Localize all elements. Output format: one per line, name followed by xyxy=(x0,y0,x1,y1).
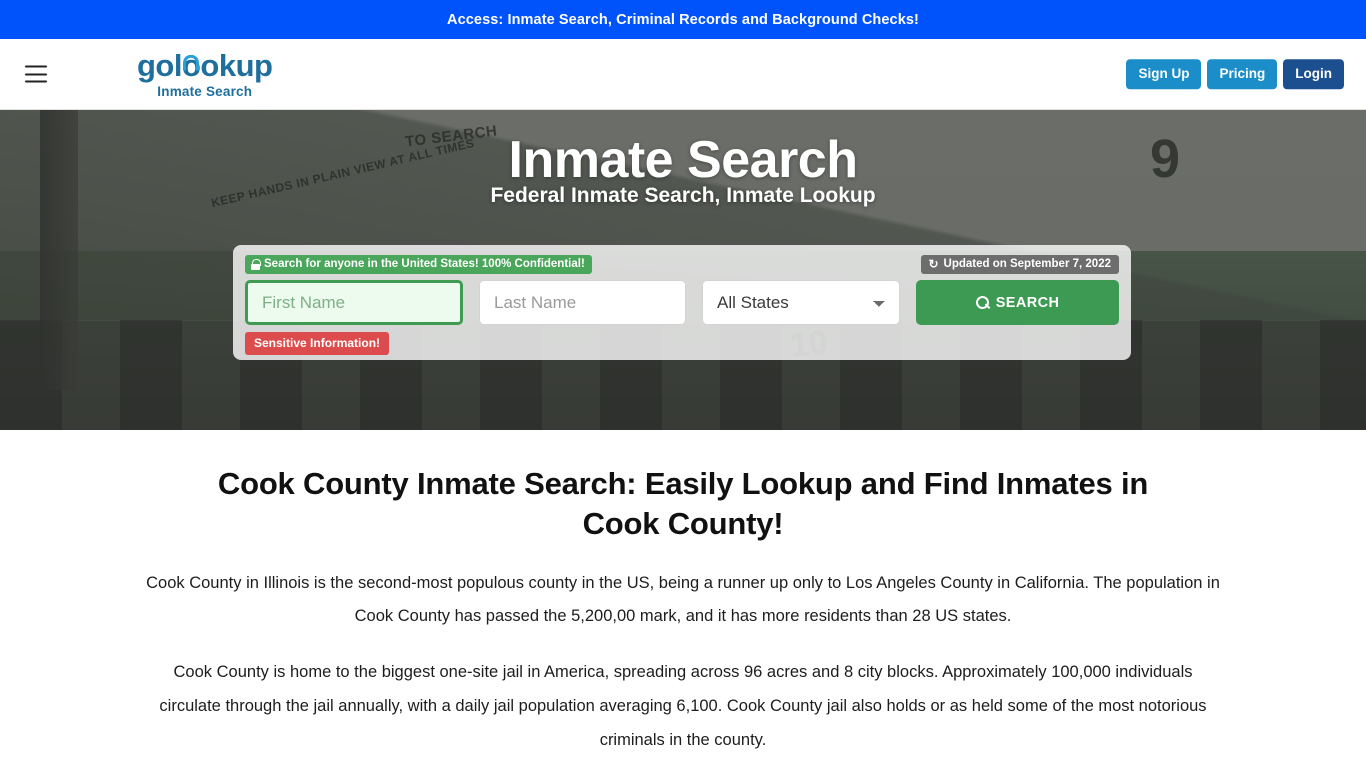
sign-up-button[interactable]: Sign Up xyxy=(1126,59,1202,89)
confidential-badge: Search for anyone in the United States! … xyxy=(245,255,592,274)
refresh-icon: ↻ xyxy=(928,257,939,271)
logo-text-oo: oo xyxy=(182,47,219,83)
updated-badge-text: Updated on September 7, 2022 xyxy=(943,258,1111,270)
updated-badge: ↻ Updated on September 7, 2022 xyxy=(921,255,1119,274)
hamburger-bar-1 xyxy=(25,65,47,68)
search-panel-badges: Search for anyone in the United States! … xyxy=(245,255,1119,274)
state-select[interactable]: All States xyxy=(702,280,901,325)
logo-text-post: kup xyxy=(218,47,273,83)
magnifier-icon xyxy=(975,296,989,309)
page-title: Cook County Inmate Search: Easily Lookup… xyxy=(217,466,1149,542)
site-logo[interactable]: goloo kup Inmate Search xyxy=(137,50,273,99)
logo-wordmark: goloo kup xyxy=(137,50,273,81)
pricing-button[interactable]: Pricing xyxy=(1207,59,1278,89)
article-section: Cook County Inmate Search: Easily Lookup… xyxy=(0,430,1366,768)
search-button-label: SEARCH xyxy=(995,294,1060,311)
logo-text-pre: gol xyxy=(137,47,183,83)
lock-icon xyxy=(251,258,261,270)
hamburger-bar-2 xyxy=(25,73,47,75)
logo-oo-mark: oo xyxy=(182,50,219,81)
article-paragraph-1: Cook County in Illinois is the second-mo… xyxy=(146,573,1220,626)
last-name-input[interactable] xyxy=(479,280,686,325)
hero-title: Inmate Search xyxy=(508,131,859,189)
site-header: goloo kup Inmate Search Sign Up Pricing L… xyxy=(0,39,1366,110)
search-button[interactable]: SEARCH xyxy=(916,280,1119,325)
confidential-badge-text: Search for anyone in the United States! … xyxy=(264,258,585,270)
logo-tagline: Inmate Search xyxy=(157,83,253,99)
announcement-banner-text: Access: Inmate Search, Criminal Records … xyxy=(447,11,919,28)
search-panel: Search for anyone in the United States! … xyxy=(233,245,1131,360)
login-button[interactable]: Login xyxy=(1283,59,1344,89)
announcement-banner: Access: Inmate Search, Criminal Records … xyxy=(0,0,1366,39)
search-form-row: All States SEARCH xyxy=(245,280,1119,325)
header-actions: Sign Up Pricing Login xyxy=(1126,59,1344,89)
hero-section: KEEP HANDS IN PLAIN VIEW AT ALL TIMES TO… xyxy=(0,110,1366,430)
hamburger-icon[interactable] xyxy=(25,65,47,83)
first-name-input[interactable] xyxy=(245,280,463,325)
sensitive-information-badge: Sensitive Information! xyxy=(245,332,390,355)
article-body: Cook County in Illinois is the second-mo… xyxy=(136,567,1230,768)
hamburger-bar-3 xyxy=(25,80,47,83)
hero-subtitle: Federal Inmate Search, Inmate Lookup xyxy=(490,184,876,207)
article-paragraph-2: Cook County is home to the biggest one-s… xyxy=(159,663,1207,749)
